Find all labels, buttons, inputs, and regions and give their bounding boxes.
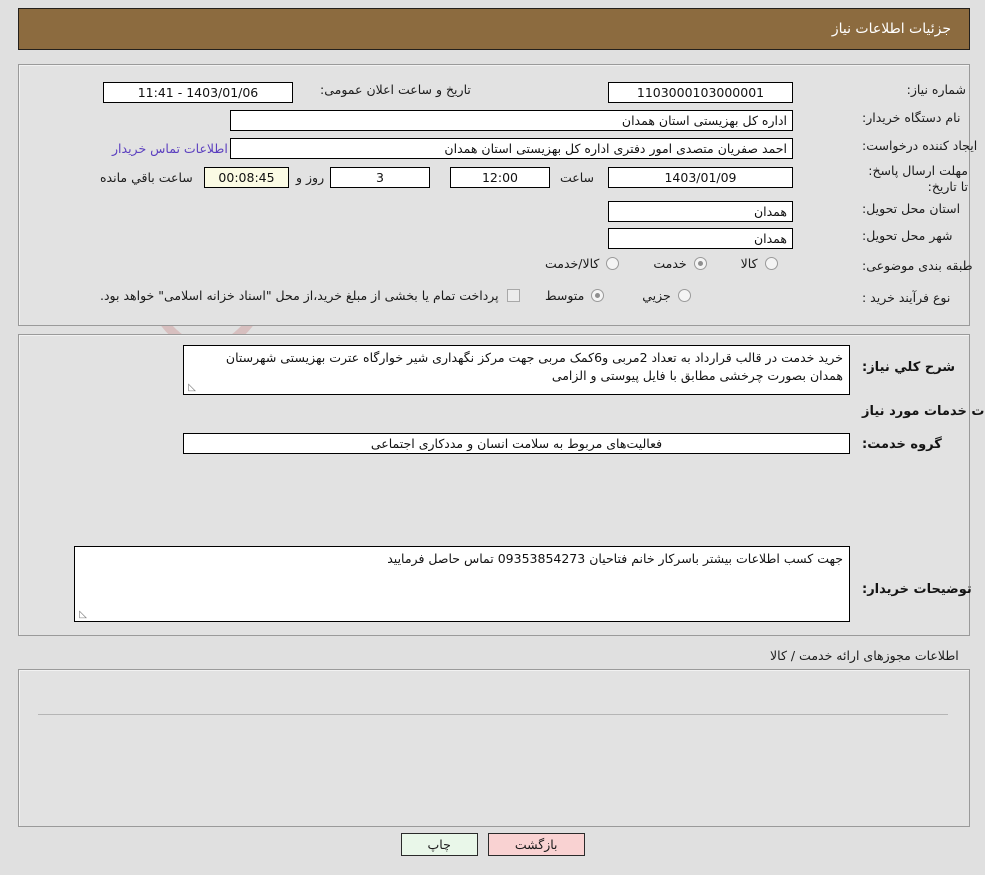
need-number-field: 1103000103000001 [608,82,793,103]
classification-radio-group: کالا خدمت کالا/خدمت [545,256,778,271]
treasury-checkbox[interactable] [506,289,520,302]
province-label-wrap: استان محل تحویل: [862,201,960,216]
announce-label: تاریخ و ساعت اعلان عمومی: [320,82,471,97]
classification-option-1-label: خدمت [653,256,687,271]
classification-option-0-label: کالا [740,256,758,271]
process-label: نوع فرآیند خرید : [862,290,951,305]
process-label-wrap: نوع فرآیند خرید : [862,290,950,305]
creator-label: ایجاد کننده درخواست: [862,138,978,153]
hour-field: 12:00 [450,167,550,188]
city-field: همدان [608,228,793,249]
buyer-notes-textarea[interactable]: جهت کسب اطلاعات بیشتر باسرکار خانم فتاحی… [74,546,850,622]
page-title: جزئیات اطلاعات نیاز [831,21,951,37]
province-field: همدان [608,201,793,222]
classification-radio-1[interactable] [693,257,707,270]
buyer-org-label-wrap: نام دستگاه خریدار: [862,110,960,125]
remaining-days-field: 3 [330,167,430,188]
process-option-0-label: جزیي [642,288,671,303]
hour-label: ساعت [560,170,595,185]
treasury-note: پرداخت تمام یا بخشی از مبلغ خرید،از محل … [100,288,499,303]
days-label-wrap: روز و [296,167,324,188]
process-radio-group: جزیي متوسط [545,288,691,303]
classification-radio-2[interactable] [606,257,620,270]
buyer-contact-link[interactable]: اطلاعات تماس خریدار [112,141,228,156]
overview-label: شرح كلي نياز: [862,360,956,375]
process-radio-0[interactable] [677,289,691,302]
buyer-notes-label: توضیحات خریدار: [862,582,972,597]
city-label-wrap: شهر محل تحویل: [862,228,952,243]
buyer-org-label: نام دستگاه خریدار: [862,110,961,125]
countdown-field: 00:08:45 [204,167,289,188]
services-heading: اطلاعات خدمات مورد نیاز [862,404,985,419]
announce-datetime-field: 1403/01/06 - 11:41 [103,82,293,103]
province-label: استان محل تحویل: [862,201,961,216]
back-button[interactable]: بازگشت [487,833,585,856]
buyer-notes-text: جهت کسب اطلاعات بیشتر باسرکار خانم فتاحی… [387,551,843,566]
buyer-contact-link-wrap[interactable]: اطلاعات تماس خریدار [112,138,228,159]
classification-label-wrap: طبقه بندی موضوعی: [862,258,973,273]
overview-textarea[interactable]: خرید خدمت در قالب قرارداد به تعداد 2مربی… [183,345,850,395]
print-button[interactable]: چاپ [400,833,478,856]
service-group-label: گروه خدمت: [862,437,942,452]
city-label: شهر محل تحویل: [862,228,953,243]
need-info-panel [18,64,970,326]
hour-label-wrap: ساعت [560,167,594,188]
buyer-org-field: اداره کل بهزیستی استان همدان [230,110,793,131]
need-number-label: شماره نیاز: [906,82,966,97]
page-header: جزئیات اطلاعات نیاز [18,8,970,50]
need-number-label-wrap: شماره نیاز: [862,82,966,97]
footer-actions: بازگشت چاپ [0,833,985,856]
deadline-label: مهلت ارسال پاسخ: تا تاریخ: [868,163,968,194]
process-option-1-label: متوسط [545,288,585,303]
process-radio-1[interactable] [591,289,605,302]
permits-heading: اطلاعات مجوزهای ارائه خدمت / کالا [770,648,959,663]
resize-grip-icon[interactable]: ◺ [186,383,196,393]
overview-text: خرید خدمت در قالب قرارداد به تعداد 2مربی… [225,350,843,383]
classification-option-2-label: کالا/خدمت [545,256,600,271]
announce-label-wrap: تاریخ و ساعت اعلان عمومی: [320,82,471,97]
classification-label: طبقه بندی موضوعی: [862,258,973,273]
countdown-label-wrap: ساعت باقي مانده [100,167,193,188]
countdown-label: ساعت باقي مانده [100,170,193,185]
deadline-date-field: 1403/01/09 [608,167,793,188]
resize-grip-icon[interactable]: ◺ [77,610,87,620]
permits-panel [18,669,970,827]
classification-radio-0[interactable] [764,257,778,270]
days-label: روز و [296,170,325,185]
treasury-note-wrap: پرداخت تمام یا بخشی از مبلغ خرید،از محل … [100,288,520,303]
service-group-field: فعالیت‌های مربوط به سلامت انسان و مددکار… [183,433,850,454]
creator-field: احمد صفریان متصدی امور دفتری اداره کل به… [230,138,793,159]
permits-divider [38,714,948,715]
page-root: AriaTender جزئیات اطلاعات نیاز شماره نیا… [0,0,985,875]
deadline-label-wrap: مهلت ارسال پاسخ: تا تاریخ: [862,163,968,195]
creator-label-wrap: ایجاد کننده درخواست: [862,138,977,153]
